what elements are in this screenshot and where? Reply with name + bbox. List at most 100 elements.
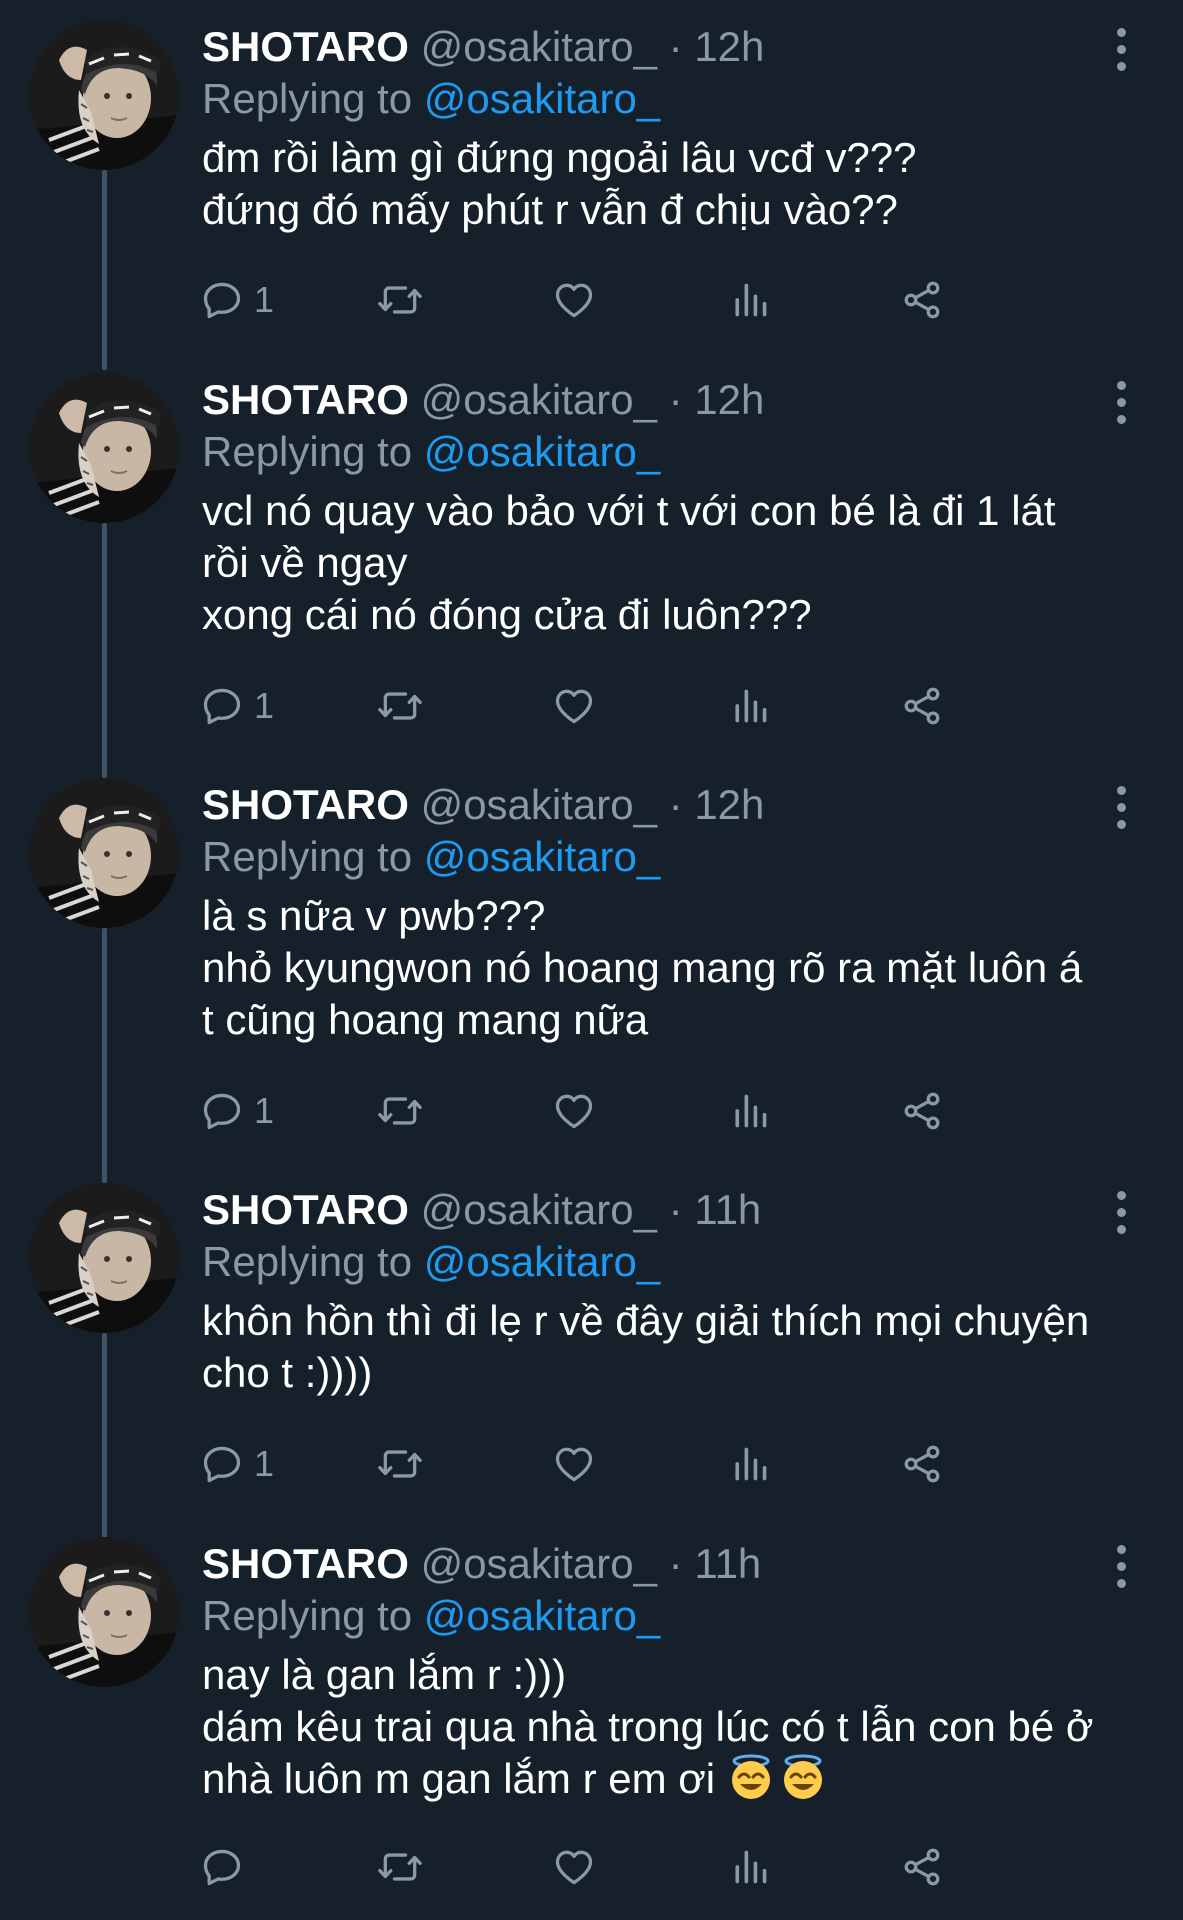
tweet-text-line: xong cái nó đóng cửa đi luôn???	[202, 591, 812, 638]
tweet[interactable]: SHOTARO @osakitaro_ · 11h Replying to @o…	[0, 1183, 1183, 1538]
user-handle[interactable]: @osakitaro_	[421, 781, 657, 828]
tweet-header: SHOTARO @osakitaro_ · 12h	[202, 778, 764, 832]
views-button[interactable]	[730, 681, 770, 731]
tweet-text-line: đm rồi làm gì đứng ngoải lâu vcđ v???	[202, 134, 917, 181]
timestamp[interactable]: 12h	[694, 376, 764, 423]
share-icon	[900, 1845, 944, 1889]
tweet-text: khôn hồn thì đi lẹ r về đây giải thích m…	[202, 1295, 1152, 1399]
share-icon	[900, 684, 944, 728]
replying-to: Replying to @osakitaro_	[202, 1589, 660, 1643]
replying-mention[interactable]: @osakitaro_	[424, 1592, 660, 1639]
more-icon[interactable]	[1110, 381, 1134, 425]
tweet[interactable]: SHOTARO @osakitaro_ · 12h Replying to @o…	[0, 20, 1183, 370]
like-button[interactable]	[552, 1842, 596, 1892]
thread-line	[102, 1333, 107, 1538]
replying-mention[interactable]: @osakitaro_	[424, 1238, 660, 1285]
replying-to: Replying to @osakitaro_	[202, 72, 660, 126]
tweet-text-line: là s nữa v pwb???	[202, 892, 546, 939]
thread-line	[102, 170, 107, 370]
tweet[interactable]: SHOTARO @osakitaro_ · 12h Replying to @o…	[0, 778, 1183, 1183]
more-icon[interactable]	[1110, 1545, 1134, 1589]
retweet-icon	[376, 684, 424, 728]
user-handle[interactable]: @osakitaro_	[421, 376, 657, 423]
user-handle[interactable]: @osakitaro_	[421, 1186, 657, 1233]
avatar[interactable]	[29, 373, 179, 523]
tweet-text: vcl nó quay vào bảo với t với con bé là …	[202, 485, 1152, 641]
replying-mention[interactable]: @osakitaro_	[424, 428, 660, 475]
tweet-text-line: nhỏ kyungwon nó hoang mang rõ ra mặt luô…	[202, 944, 1083, 991]
share-button[interactable]	[900, 1439, 944, 1489]
views-button[interactable]	[730, 1842, 770, 1892]
tweet[interactable]: SHOTARO @osakitaro_ · 11h Replying to @o…	[0, 1537, 1183, 1907]
reply-icon	[200, 684, 244, 728]
tweet-thread: SHOTARO @osakitaro_ · 12h Replying to @o…	[0, 0, 1183, 1920]
tweet[interactable]: SHOTARO @osakitaro_ · 12h Replying to @o…	[0, 373, 1183, 778]
reply-count: 1	[254, 685, 275, 726]
display-name[interactable]: SHOTARO	[202, 1540, 409, 1587]
retweet-button[interactable]	[376, 1842, 424, 1892]
tweet-actions: 1	[200, 275, 1140, 325]
reply-button[interactable]: 1	[200, 275, 274, 325]
reply-button[interactable]: 1	[200, 1439, 274, 1489]
separator-dot: ·	[668, 376, 683, 423]
views-button[interactable]	[730, 275, 770, 325]
user-handle[interactable]: @osakitaro_	[421, 23, 657, 70]
display-name[interactable]: SHOTARO	[202, 376, 409, 423]
like-button[interactable]	[552, 1086, 596, 1136]
replying-to: Replying to @osakitaro_	[202, 425, 660, 479]
avatar[interactable]	[29, 20, 179, 170]
display-name[interactable]: SHOTARO	[202, 781, 409, 828]
tweet-text-line: khôn hồn thì đi lẹ r về đây giải thích m…	[202, 1297, 1090, 1344]
reply-icon	[200, 1089, 244, 1133]
share-button[interactable]	[900, 275, 944, 325]
share-button[interactable]	[900, 1086, 944, 1136]
replying-mention[interactable]: @osakitaro_	[424, 75, 660, 122]
tweet-actions: 1	[200, 1439, 1140, 1489]
retweet-button[interactable]	[376, 681, 424, 731]
views-icon	[730, 684, 770, 728]
reply-button[interactable]: 1	[200, 1086, 274, 1136]
more-icon[interactable]	[1110, 1191, 1134, 1235]
retweet-icon	[376, 1089, 424, 1133]
more-icon[interactable]	[1110, 786, 1134, 830]
like-button[interactable]	[552, 1439, 596, 1489]
avatar[interactable]	[29, 1537, 179, 1687]
views-icon	[730, 1089, 770, 1133]
timestamp[interactable]: 11h	[694, 1186, 761, 1233]
reply-count: 1	[254, 1090, 275, 1131]
views-button[interactable]	[730, 1439, 770, 1489]
retweet-button[interactable]	[376, 275, 424, 325]
tweet-text-line: đứng đó mấy phút r vẫn đ chịu vào??	[202, 186, 898, 233]
avatar[interactable]	[29, 778, 179, 928]
like-button[interactable]	[552, 681, 596, 731]
timestamp[interactable]: 12h	[694, 781, 764, 828]
tweet-text-line: t cũng hoang mang nữa	[202, 996, 649, 1043]
tweet-text-line: dám kêu trai qua nhà trong lúc có t lẫn …	[202, 1703, 1094, 1750]
more-icon[interactable]	[1110, 28, 1134, 72]
like-icon	[552, 1089, 596, 1133]
avatar[interactable]	[29, 1183, 179, 1333]
reply-button[interactable]: 1	[200, 681, 274, 731]
retweet-button[interactable]	[376, 1086, 424, 1136]
like-button[interactable]	[552, 275, 596, 325]
tweet-text-line: nay là gan lắm r :)))	[202, 1651, 567, 1698]
reply-icon	[200, 278, 244, 322]
retweet-button[interactable]	[376, 1439, 424, 1489]
thread-line	[102, 928, 107, 1183]
tweet-actions: 1	[200, 681, 1140, 731]
smiling-face-with-halo-icon	[779, 1754, 831, 1802]
share-button[interactable]	[900, 1842, 944, 1892]
share-button[interactable]	[900, 681, 944, 731]
replying-prefix: Replying to	[202, 833, 413, 880]
user-handle[interactable]: @osakitaro_	[421, 1540, 657, 1587]
display-name[interactable]: SHOTARO	[202, 1186, 409, 1233]
reply-count: 1	[254, 1443, 275, 1484]
timestamp[interactable]: 11h	[694, 1540, 761, 1587]
timestamp[interactable]: 12h	[694, 23, 764, 70]
replying-mention[interactable]: @osakitaro_	[424, 833, 660, 880]
tweet-text: đm rồi làm gì đứng ngoải lâu vcđ v??? đứ…	[202, 132, 1152, 236]
views-button[interactable]	[730, 1086, 770, 1136]
reply-button[interactable]	[200, 1842, 254, 1892]
views-icon	[730, 1442, 770, 1486]
display-name[interactable]: SHOTARO	[202, 23, 409, 70]
